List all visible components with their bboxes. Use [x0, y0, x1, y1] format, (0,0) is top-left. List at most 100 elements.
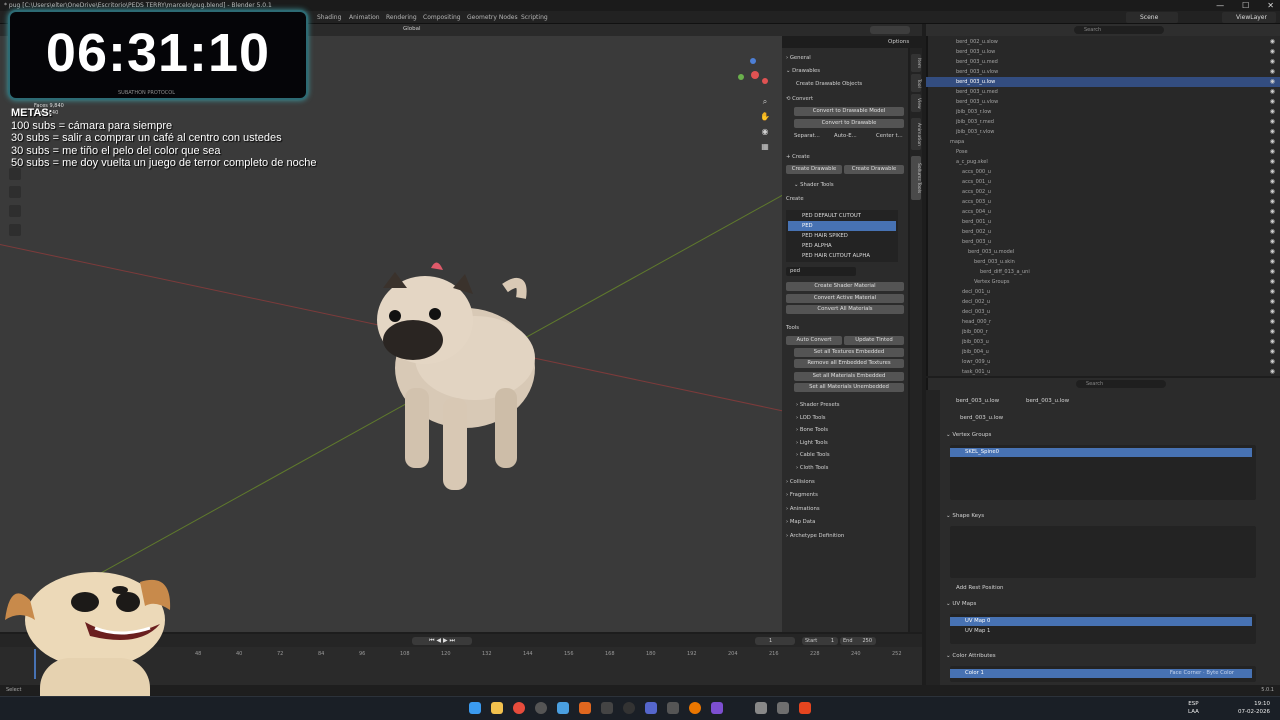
- visibility-eye-icon[interactable]: ◉: [1270, 37, 1275, 47]
- visibility-eye-icon[interactable]: ◉: [1270, 207, 1275, 217]
- visibility-eye-icon[interactable]: ◉: [1270, 107, 1275, 117]
- outliner-row[interactable]: berd_003_u.med ◉: [926, 87, 1280, 97]
- outliner-row[interactable]: berd_003_u.low ◉: [926, 77, 1280, 87]
- select-tool-icon[interactable]: [9, 168, 21, 180]
- shader-list-item[interactable]: PED ALPHA: [788, 241, 896, 251]
- section-collisions[interactable]: › Collisions: [786, 477, 904, 487]
- visibility-eye-icon[interactable]: ◉: [1270, 47, 1275, 57]
- pan-hand-icon[interactable]: ✋: [760, 112, 770, 122]
- visibility-eye-icon[interactable]: ◉: [1270, 67, 1275, 77]
- outliner-row[interactable]: accs_004_u ◉: [926, 207, 1280, 217]
- outliner-row[interactable]: berd_002_u.slow ◉: [926, 37, 1280, 47]
- visibility-eye-icon[interactable]: ◉: [1270, 127, 1275, 137]
- outliner-row[interactable]: Vertex Groups ◉: [926, 277, 1280, 287]
- shader-tools-section[interactable]: ⌄ Shader Tools: [786, 180, 904, 190]
- shape-key-list[interactable]: [950, 526, 1256, 578]
- properties-search[interactable]: Search: [1076, 380, 1166, 388]
- color-attribute-item[interactable]: Color 1 Face Corner · Byte Color: [950, 669, 1252, 678]
- shader-list-item[interactable]: PED DEFAULT CUTOUT: [788, 211, 896, 221]
- visibility-eye-icon[interactable]: ◉: [1270, 157, 1275, 167]
- shading-mode-buttons[interactable]: [870, 26, 910, 34]
- convert-all-materials-button[interactable]: Convert All Materials: [786, 305, 904, 314]
- visibility-eye-icon[interactable]: ◉: [1270, 227, 1275, 237]
- visibility-eye-icon[interactable]: ◉: [1270, 197, 1275, 207]
- maximize-button[interactable]: ☐: [1242, 0, 1249, 11]
- tab-animation[interactable]: Animation: [349, 11, 380, 24]
- shader-list-item-selected[interactable]: PED: [788, 221, 896, 231]
- outliner-row[interactable]: jbib_000_r ◉: [926, 327, 1280, 337]
- create-drawable-button-2[interactable]: Create Drawable: [844, 165, 904, 174]
- shape-keys-header[interactable]: ⌄ Shape Keys: [946, 510, 1276, 522]
- outliner-row[interactable]: mapa ◉: [926, 137, 1280, 147]
- outliner-row[interactable]: berd_003_u ◉: [926, 237, 1280, 247]
- section-bone-tools[interactable]: › Bone Tools: [786, 425, 904, 435]
- visibility-eye-icon[interactable]: ◉: [1270, 97, 1275, 107]
- outliner-row[interactable]: berd_002_u ◉: [926, 227, 1280, 237]
- language-indicator[interactable]: ESP LAA: [1188, 700, 1199, 716]
- outliner-row[interactable]: a_c_pug.skel ◉: [926, 157, 1280, 167]
- pug-model[interactable]: [365, 258, 545, 498]
- perspective-grid-icon[interactable]: ▦: [760, 142, 770, 152]
- object-data-name-field[interactable]: berd_003_u.low: [960, 412, 1003, 424]
- visibility-eye-icon[interactable]: ◉: [1270, 307, 1275, 317]
- close-button[interactable]: ✕: [1267, 0, 1274, 11]
- steam-icon[interactable]: [645, 702, 657, 714]
- tab-view[interactable]: View: [911, 94, 921, 112]
- visibility-eye-icon[interactable]: ◉: [1270, 117, 1275, 127]
- tab-tool[interactable]: Tool: [911, 74, 921, 92]
- visibility-eye-icon[interactable]: ◉: [1270, 147, 1275, 157]
- shader-list[interactable]: PED DEFAULT CUTOUT PED PED HAIR SPIKED P…: [786, 210, 898, 262]
- app-icon[interactable]: [623, 702, 635, 714]
- tab-item[interactable]: Item: [911, 54, 921, 72]
- section-cloth-tools[interactable]: › Cloth Tools: [786, 463, 904, 473]
- taskbar-clock[interactable]: 19:10 07-02-2026: [1238, 700, 1270, 716]
- visibility-eye-icon[interactable]: ◉: [1270, 337, 1275, 347]
- vscode-icon[interactable]: [557, 702, 569, 714]
- outliner-row[interactable]: lowr_009_u ◉: [926, 357, 1280, 367]
- convert-to-drawable-button[interactable]: Convert to Drawable: [794, 119, 904, 128]
- visibility-eye-icon[interactable]: ◉: [1270, 267, 1275, 277]
- update-tinted-button[interactable]: Update Tinted: [844, 336, 904, 345]
- obs-icon[interactable]: [535, 702, 547, 714]
- section-general[interactable]: › General: [786, 53, 904, 63]
- outliner-row[interactable]: berd_001_u ◉: [926, 217, 1280, 227]
- visual-studio-icon[interactable]: [711, 702, 723, 714]
- add-rest-position-checkbox[interactable]: Add Rest Position: [946, 582, 1276, 594]
- uv-map-item[interactable]: UV Map 1: [950, 627, 1252, 636]
- create-shader-material-button[interactable]: Create Shader Material: [786, 282, 904, 291]
- properties-tabs[interactable]: [926, 390, 940, 688]
- tab-animation[interactable]: Animation: [911, 118, 921, 150]
- section-cable-tools[interactable]: › Cable Tools: [786, 450, 904, 460]
- tab-shading[interactable]: Shading: [317, 11, 341, 24]
- create-drawable-objects-section[interactable]: Create Drawable Objects: [786, 79, 904, 89]
- streamlabs-icon[interactable]: [601, 702, 613, 714]
- visibility-eye-icon[interactable]: ◉: [1270, 277, 1275, 287]
- current-frame-field[interactable]: 1: [755, 637, 795, 645]
- transform-tool-icon[interactable]: [9, 205, 21, 217]
- minimize-button[interactable]: —: [1216, 0, 1224, 11]
- outliner-row[interactable]: jbib_003_u ◉: [926, 337, 1280, 347]
- outliner-search[interactable]: Search: [1074, 26, 1164, 34]
- center-checkbox[interactable]: Center t...: [876, 131, 903, 141]
- uv-maps-header[interactable]: ⌄ UV Maps: [946, 598, 1276, 610]
- illustrator-icon[interactable]: [579, 702, 591, 714]
- visibility-eye-icon[interactable]: ◉: [1270, 57, 1275, 67]
- uv-map-list[interactable]: UV Map 0 UV Map 1: [950, 614, 1256, 644]
- outliner-row[interactable]: berd_003_u.vlow ◉: [926, 97, 1280, 107]
- section-light-tools[interactable]: › Light Tools: [786, 438, 904, 448]
- outliner-row[interactable]: jbib_004_u ◉: [926, 347, 1280, 357]
- visibility-eye-icon[interactable]: ◉: [1270, 287, 1275, 297]
- scene-selector[interactable]: Scene: [1126, 12, 1178, 23]
- outliner-row[interactable]: jbib_003_r.med ◉: [926, 117, 1280, 127]
- outliner-row[interactable]: accs_001_u ◉: [926, 177, 1280, 187]
- zoom-icon[interactable]: ⌕: [760, 97, 770, 107]
- tab-geometry-nodes[interactable]: Geometry Nodes: [467, 11, 518, 24]
- section-archetype-definition[interactable]: › Archetype Definition: [786, 531, 904, 541]
- set-all-materials-unembedded-button[interactable]: Set all Materials Unembedded: [794, 383, 904, 392]
- outliner-row[interactable]: berd_003_u.vlow ◉: [926, 67, 1280, 77]
- app-icon-2[interactable]: [777, 702, 789, 714]
- section-lod-tools[interactable]: › LOD Tools: [786, 413, 904, 423]
- visibility-eye-icon[interactable]: ◉: [1270, 177, 1275, 187]
- notepad-icon[interactable]: [755, 702, 767, 714]
- outliner-row[interactable]: accs_000_u ◉: [926, 167, 1280, 177]
